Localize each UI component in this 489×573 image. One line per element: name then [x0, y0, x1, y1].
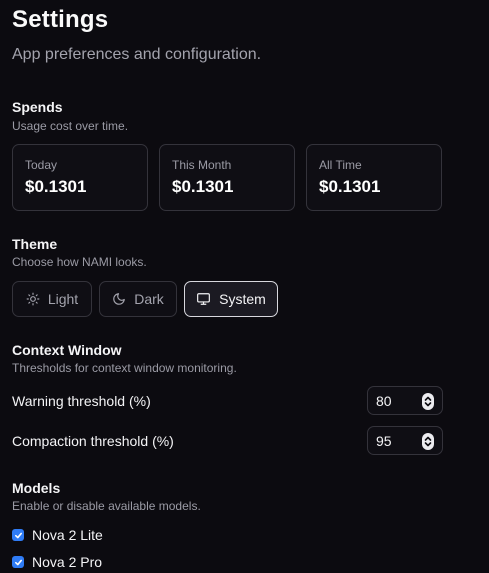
compaction-threshold-value: 95	[376, 433, 392, 449]
spend-card-label: Today	[25, 158, 58, 172]
spend-card-value: $0.1301	[25, 177, 87, 196]
spends-title: Spends	[12, 99, 63, 115]
model-item-nova-2-lite[interactable]: Nova 2 Lite	[12, 527, 103, 543]
theme-light-label: Light	[47, 291, 79, 307]
warning-threshold-value: 80	[376, 393, 392, 409]
model-checkbox[interactable]	[12, 556, 24, 568]
theme-dark-label: Dark	[134, 291, 164, 307]
warning-threshold-label: Warning threshold (%)	[12, 393, 151, 409]
sun-icon	[26, 292, 40, 306]
stepper-icon[interactable]	[422, 433, 434, 450]
moon-icon	[112, 292, 126, 306]
context-window-description: Thresholds for context window monitoring…	[12, 361, 237, 375]
theme-dark-button[interactable]: Dark	[99, 281, 177, 317]
theme-title: Theme	[12, 236, 58, 252]
page-subtitle: App preferences and configuration.	[12, 46, 262, 63]
model-checkbox[interactable]	[12, 529, 24, 541]
spend-card-this-month: This Month $0.1301	[159, 144, 295, 211]
warning-threshold-input[interactable]: 80	[367, 386, 443, 415]
spends-description: Usage cost over time.	[12, 119, 129, 133]
model-label: Nova 2 Pro	[32, 554, 103, 570]
spend-card-today: Today $0.1301	[12, 144, 148, 211]
model-item-nova-2-pro[interactable]: Nova 2 Pro	[12, 554, 102, 570]
spend-card-label: This Month	[172, 158, 232, 172]
context-window-title: Context Window	[12, 342, 122, 358]
compaction-threshold-label: Compaction threshold (%)	[12, 433, 174, 449]
theme-system-label: System	[219, 291, 266, 307]
model-label: Nova 2 Lite	[32, 527, 103, 543]
stepper-icon[interactable]	[422, 393, 434, 410]
models-title: Models	[12, 480, 61, 496]
theme-light-button[interactable]: Light	[12, 281, 92, 317]
spend-card-value: $0.1301	[172, 177, 234, 196]
spend-card-label: All Time	[319, 158, 362, 172]
theme-description: Choose how NAMI looks.	[12, 255, 147, 269]
theme-system-button[interactable]: System	[184, 281, 278, 317]
spend-card-all-time: All Time $0.1301	[306, 144, 442, 211]
spend-card-value: $0.1301	[319, 177, 381, 196]
page-title: Settings	[12, 6, 109, 33]
compaction-threshold-input[interactable]: 95	[367, 426, 443, 455]
models-description: Enable or disable available models.	[12, 499, 201, 513]
monitor-icon	[196, 292, 211, 306]
